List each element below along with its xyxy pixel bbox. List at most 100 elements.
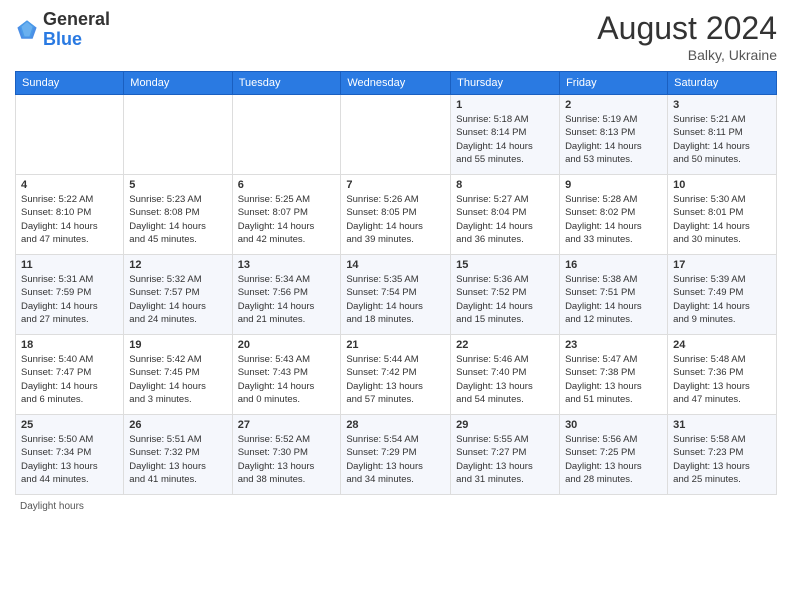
calendar-cell: 16 Sunrise: 5:38 AM Sunset: 7:51 PM Dayli…	[560, 255, 668, 335]
day-info: Sunrise: 5:54 AM Sunset: 7:29 PM Dayligh…	[346, 433, 445, 486]
calendar-cell: 29 Sunrise: 5:55 AM Sunset: 7:27 PM Dayli…	[451, 415, 560, 495]
calendar-header-row: SundayMondayTuesdayWednesdayThursdayFrid…	[16, 72, 777, 95]
day-info: Sunrise: 5:30 AM Sunset: 8:01 PM Dayligh…	[673, 193, 771, 246]
day-info: Sunrise: 5:44 AM Sunset: 7:42 PM Dayligh…	[346, 353, 445, 406]
day-number: 29	[456, 419, 554, 431]
day-info: Sunrise: 5:48 AM Sunset: 7:36 PM Dayligh…	[673, 353, 771, 406]
day-number: 23	[565, 339, 662, 351]
page: General Blue August 2024 Balky, Ukraine …	[0, 0, 792, 612]
day-number: 11	[21, 259, 118, 271]
day-number: 22	[456, 339, 554, 351]
day-info: Sunrise: 5:19 AM Sunset: 8:13 PM Dayligh…	[565, 113, 662, 166]
calendar-cell	[16, 95, 124, 175]
day-info: Sunrise: 5:40 AM Sunset: 7:47 PM Dayligh…	[21, 353, 118, 406]
calendar-cell: 17Sunrise: 5:39 AM Sunset: 7:49 PM Dayli…	[668, 255, 777, 335]
day-number: 20	[238, 339, 336, 351]
calendar-cell: 21 Sunrise: 5:44 AM Sunset: 7:42 PM Dayli…	[341, 335, 451, 415]
month-year: August 2024	[597, 10, 777, 47]
day-info: Sunrise: 5:26 AM Sunset: 8:05 PM Dayligh…	[346, 193, 445, 246]
calendar-cell: 4 Sunrise: 5:22 AM Sunset: 8:10 PM Daylig…	[16, 175, 124, 255]
day-info: Sunrise: 5:35 AM Sunset: 7:54 PM Dayligh…	[346, 273, 445, 326]
day-number: 26	[129, 419, 226, 431]
column-header-tuesday: Tuesday	[232, 72, 341, 95]
calendar-cell: 14Sunrise: 5:35 AM Sunset: 7:54 PM Dayli…	[341, 255, 451, 335]
calendar-cell: 5Sunrise: 5:23 AM Sunset: 8:08 PM Daylig…	[124, 175, 232, 255]
day-number: 21	[346, 339, 445, 351]
day-number: 2	[565, 99, 662, 111]
day-number: 7	[346, 179, 445, 191]
day-number: 12	[129, 259, 226, 271]
calendar-cell	[232, 95, 341, 175]
header: General Blue August 2024 Balky, Ukraine	[15, 10, 777, 63]
day-number: 13	[238, 259, 336, 271]
column-header-friday: Friday	[560, 72, 668, 95]
day-info: Sunrise: 5:52 AM Sunset: 7:30 PM Dayligh…	[238, 433, 336, 486]
calendar-cell: 24 Sunrise: 5:48 AM Sunset: 7:36 PM Dayli…	[668, 335, 777, 415]
day-number: 24	[673, 339, 771, 351]
calendar-cell: 22Sunrise: 5:46 AM Sunset: 7:40 PM Dayli…	[451, 335, 560, 415]
calendar-week-row: 25 Sunrise: 5:50 AM Sunset: 7:34 PM Dayli…	[16, 415, 777, 495]
day-info: Sunrise: 5:36 AM Sunset: 7:52 PM Dayligh…	[456, 273, 554, 326]
day-number: 8	[456, 179, 554, 191]
day-number: 17	[673, 259, 771, 271]
calendar-cell: 15 Sunrise: 5:36 AM Sunset: 7:52 PM Dayli…	[451, 255, 560, 335]
day-info: Sunrise: 5:22 AM Sunset: 8:10 PM Dayligh…	[21, 193, 118, 246]
day-number: 4	[21, 179, 118, 191]
title-block: August 2024 Balky, Ukraine	[597, 10, 777, 63]
day-info: Sunrise: 5:23 AM Sunset: 8:08 PM Dayligh…	[129, 193, 226, 246]
calendar-cell: 20 Sunrise: 5:43 AM Sunset: 7:43 PM Dayli…	[232, 335, 341, 415]
day-info: Sunrise: 5:58 AM Sunset: 7:23 PM Dayligh…	[673, 433, 771, 486]
logo-blue-text: Blue	[43, 29, 82, 49]
day-info: Sunrise: 5:31 AM Sunset: 7:59 PM Dayligh…	[21, 273, 118, 326]
day-info: Sunrise: 5:21 AM Sunset: 8:11 PM Dayligh…	[673, 113, 771, 166]
calendar-cell: 1Sunrise: 5:18 AM Sunset: 8:14 PM Daylig…	[451, 95, 560, 175]
day-number: 28	[346, 419, 445, 431]
day-info: Sunrise: 5:43 AM Sunset: 7:43 PM Dayligh…	[238, 353, 336, 406]
day-info: Sunrise: 5:55 AM Sunset: 7:27 PM Dayligh…	[456, 433, 554, 486]
day-number: 16	[565, 259, 662, 271]
logo-text: General Blue	[43, 10, 110, 50]
day-number: 18	[21, 339, 118, 351]
calendar-week-row: 4 Sunrise: 5:22 AM Sunset: 8:10 PM Daylig…	[16, 175, 777, 255]
calendar-cell: 12 Sunrise: 5:32 AM Sunset: 7:57 PM Dayli…	[124, 255, 232, 335]
calendar-cell: 13 Sunrise: 5:34 AM Sunset: 7:56 PM Dayli…	[232, 255, 341, 335]
day-number: 3	[673, 99, 771, 111]
day-number: 15	[456, 259, 554, 271]
calendar-cell	[341, 95, 451, 175]
day-info: Sunrise: 5:32 AM Sunset: 7:57 PM Dayligh…	[129, 273, 226, 326]
calendar-cell: 8 Sunrise: 5:27 AM Sunset: 8:04 PM Daylig…	[451, 175, 560, 255]
day-number: 31	[673, 419, 771, 431]
column-header-saturday: Saturday	[668, 72, 777, 95]
column-header-thursday: Thursday	[451, 72, 560, 95]
calendar-cell: 23 Sunrise: 5:47 AM Sunset: 7:38 PM Dayli…	[560, 335, 668, 415]
daylight-label: Daylight hours	[20, 501, 84, 512]
calendar-cell: 9 Sunrise: 5:28 AM Sunset: 8:02 PM Daylig…	[560, 175, 668, 255]
calendar-cell: 31 Sunrise: 5:58 AM Sunset: 7:23 PM Dayli…	[668, 415, 777, 495]
day-number: 6	[238, 179, 336, 191]
calendar-cell: 25 Sunrise: 5:50 AM Sunset: 7:34 PM Dayli…	[16, 415, 124, 495]
calendar-cell: 7 Sunrise: 5:26 AM Sunset: 8:05 PM Daylig…	[341, 175, 451, 255]
day-number: 9	[565, 179, 662, 191]
calendar-cell: 30 Sunrise: 5:56 AM Sunset: 7:25 PM Dayli…	[560, 415, 668, 495]
day-info: Sunrise: 5:38 AM Sunset: 7:51 PM Dayligh…	[565, 273, 662, 326]
location: Balky, Ukraine	[597, 47, 777, 63]
calendar-cell: 26 Sunrise: 5:51 AM Sunset: 7:32 PM Dayli…	[124, 415, 232, 495]
calendar-cell: 27Sunrise: 5:52 AM Sunset: 7:30 PM Dayli…	[232, 415, 341, 495]
column-header-sunday: Sunday	[16, 72, 124, 95]
calendar-cell: 28 Sunrise: 5:54 AM Sunset: 7:29 PM Dayli…	[341, 415, 451, 495]
day-info: Sunrise: 5:50 AM Sunset: 7:34 PM Dayligh…	[21, 433, 118, 486]
day-info: Sunrise: 5:28 AM Sunset: 8:02 PM Dayligh…	[565, 193, 662, 246]
calendar-cell: 10Sunrise: 5:30 AM Sunset: 8:01 PM Dayli…	[668, 175, 777, 255]
day-number: 19	[129, 339, 226, 351]
day-info: Sunrise: 5:56 AM Sunset: 7:25 PM Dayligh…	[565, 433, 662, 486]
day-info: Sunrise: 5:51 AM Sunset: 7:32 PM Dayligh…	[129, 433, 226, 486]
day-info: Sunrise: 5:34 AM Sunset: 7:56 PM Dayligh…	[238, 273, 336, 326]
day-number: 25	[21, 419, 118, 431]
day-info: Sunrise: 5:27 AM Sunset: 8:04 PM Dayligh…	[456, 193, 554, 246]
day-info: Sunrise: 5:47 AM Sunset: 7:38 PM Dayligh…	[565, 353, 662, 406]
calendar-table: SundayMondayTuesdayWednesdayThursdayFrid…	[15, 71, 777, 495]
day-number: 30	[565, 419, 662, 431]
column-header-wednesday: Wednesday	[341, 72, 451, 95]
day-number: 1	[456, 99, 554, 111]
logo-icon	[15, 18, 39, 42]
